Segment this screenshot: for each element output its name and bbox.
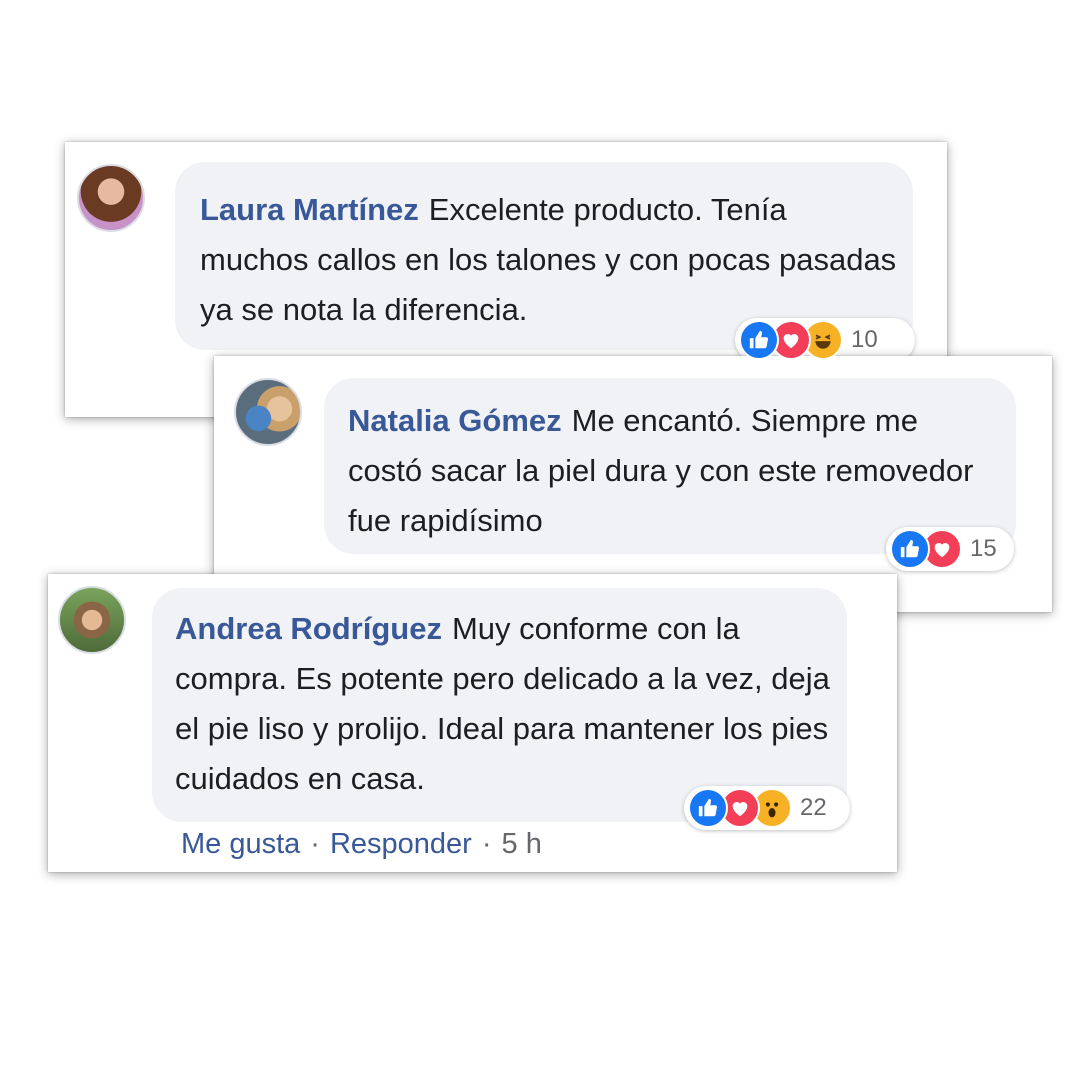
comment-text: Laura Martínez Excelente producto. Tenía …	[200, 185, 900, 335]
avatar[interactable]	[58, 586, 126, 654]
avatar[interactable]	[234, 378, 302, 446]
comment-actions: Me gusta · Responder · 5 h	[181, 828, 542, 861]
comment-text: Andrea Rodríguez Muy conforme con la comp…	[175, 604, 845, 804]
timestamp[interactable]: 5 h	[502, 828, 542, 860]
comment-card: Andrea Rodríguez Muy conforme con la comp…	[48, 574, 897, 872]
reaction-count: 15	[970, 535, 997, 562]
author-name[interactable]: Laura Martínez	[200, 192, 419, 227]
reaction-count: 10	[851, 326, 878, 353]
reactions-summary[interactable]: 22	[684, 786, 850, 830]
like-link[interactable]: Me gusta	[181, 828, 300, 860]
like-reaction-icon	[739, 320, 779, 360]
like-reaction-icon	[890, 529, 930, 569]
separator: ·	[481, 828, 492, 860]
reply-link[interactable]: Responder	[330, 828, 472, 860]
separator: ·	[310, 828, 320, 860]
author-name[interactable]: Natalia Gómez	[348, 403, 562, 438]
reactions-summary[interactable]: 15	[886, 527, 1014, 571]
reaction-count: 22	[800, 794, 827, 821]
like-reaction-icon	[688, 788, 728, 828]
author-name[interactable]: Andrea Rodríguez	[175, 611, 442, 646]
avatar[interactable]	[77, 164, 145, 232]
comment-text: Natalia Gómez Me encantó. Siempre me cost…	[348, 396, 988, 546]
